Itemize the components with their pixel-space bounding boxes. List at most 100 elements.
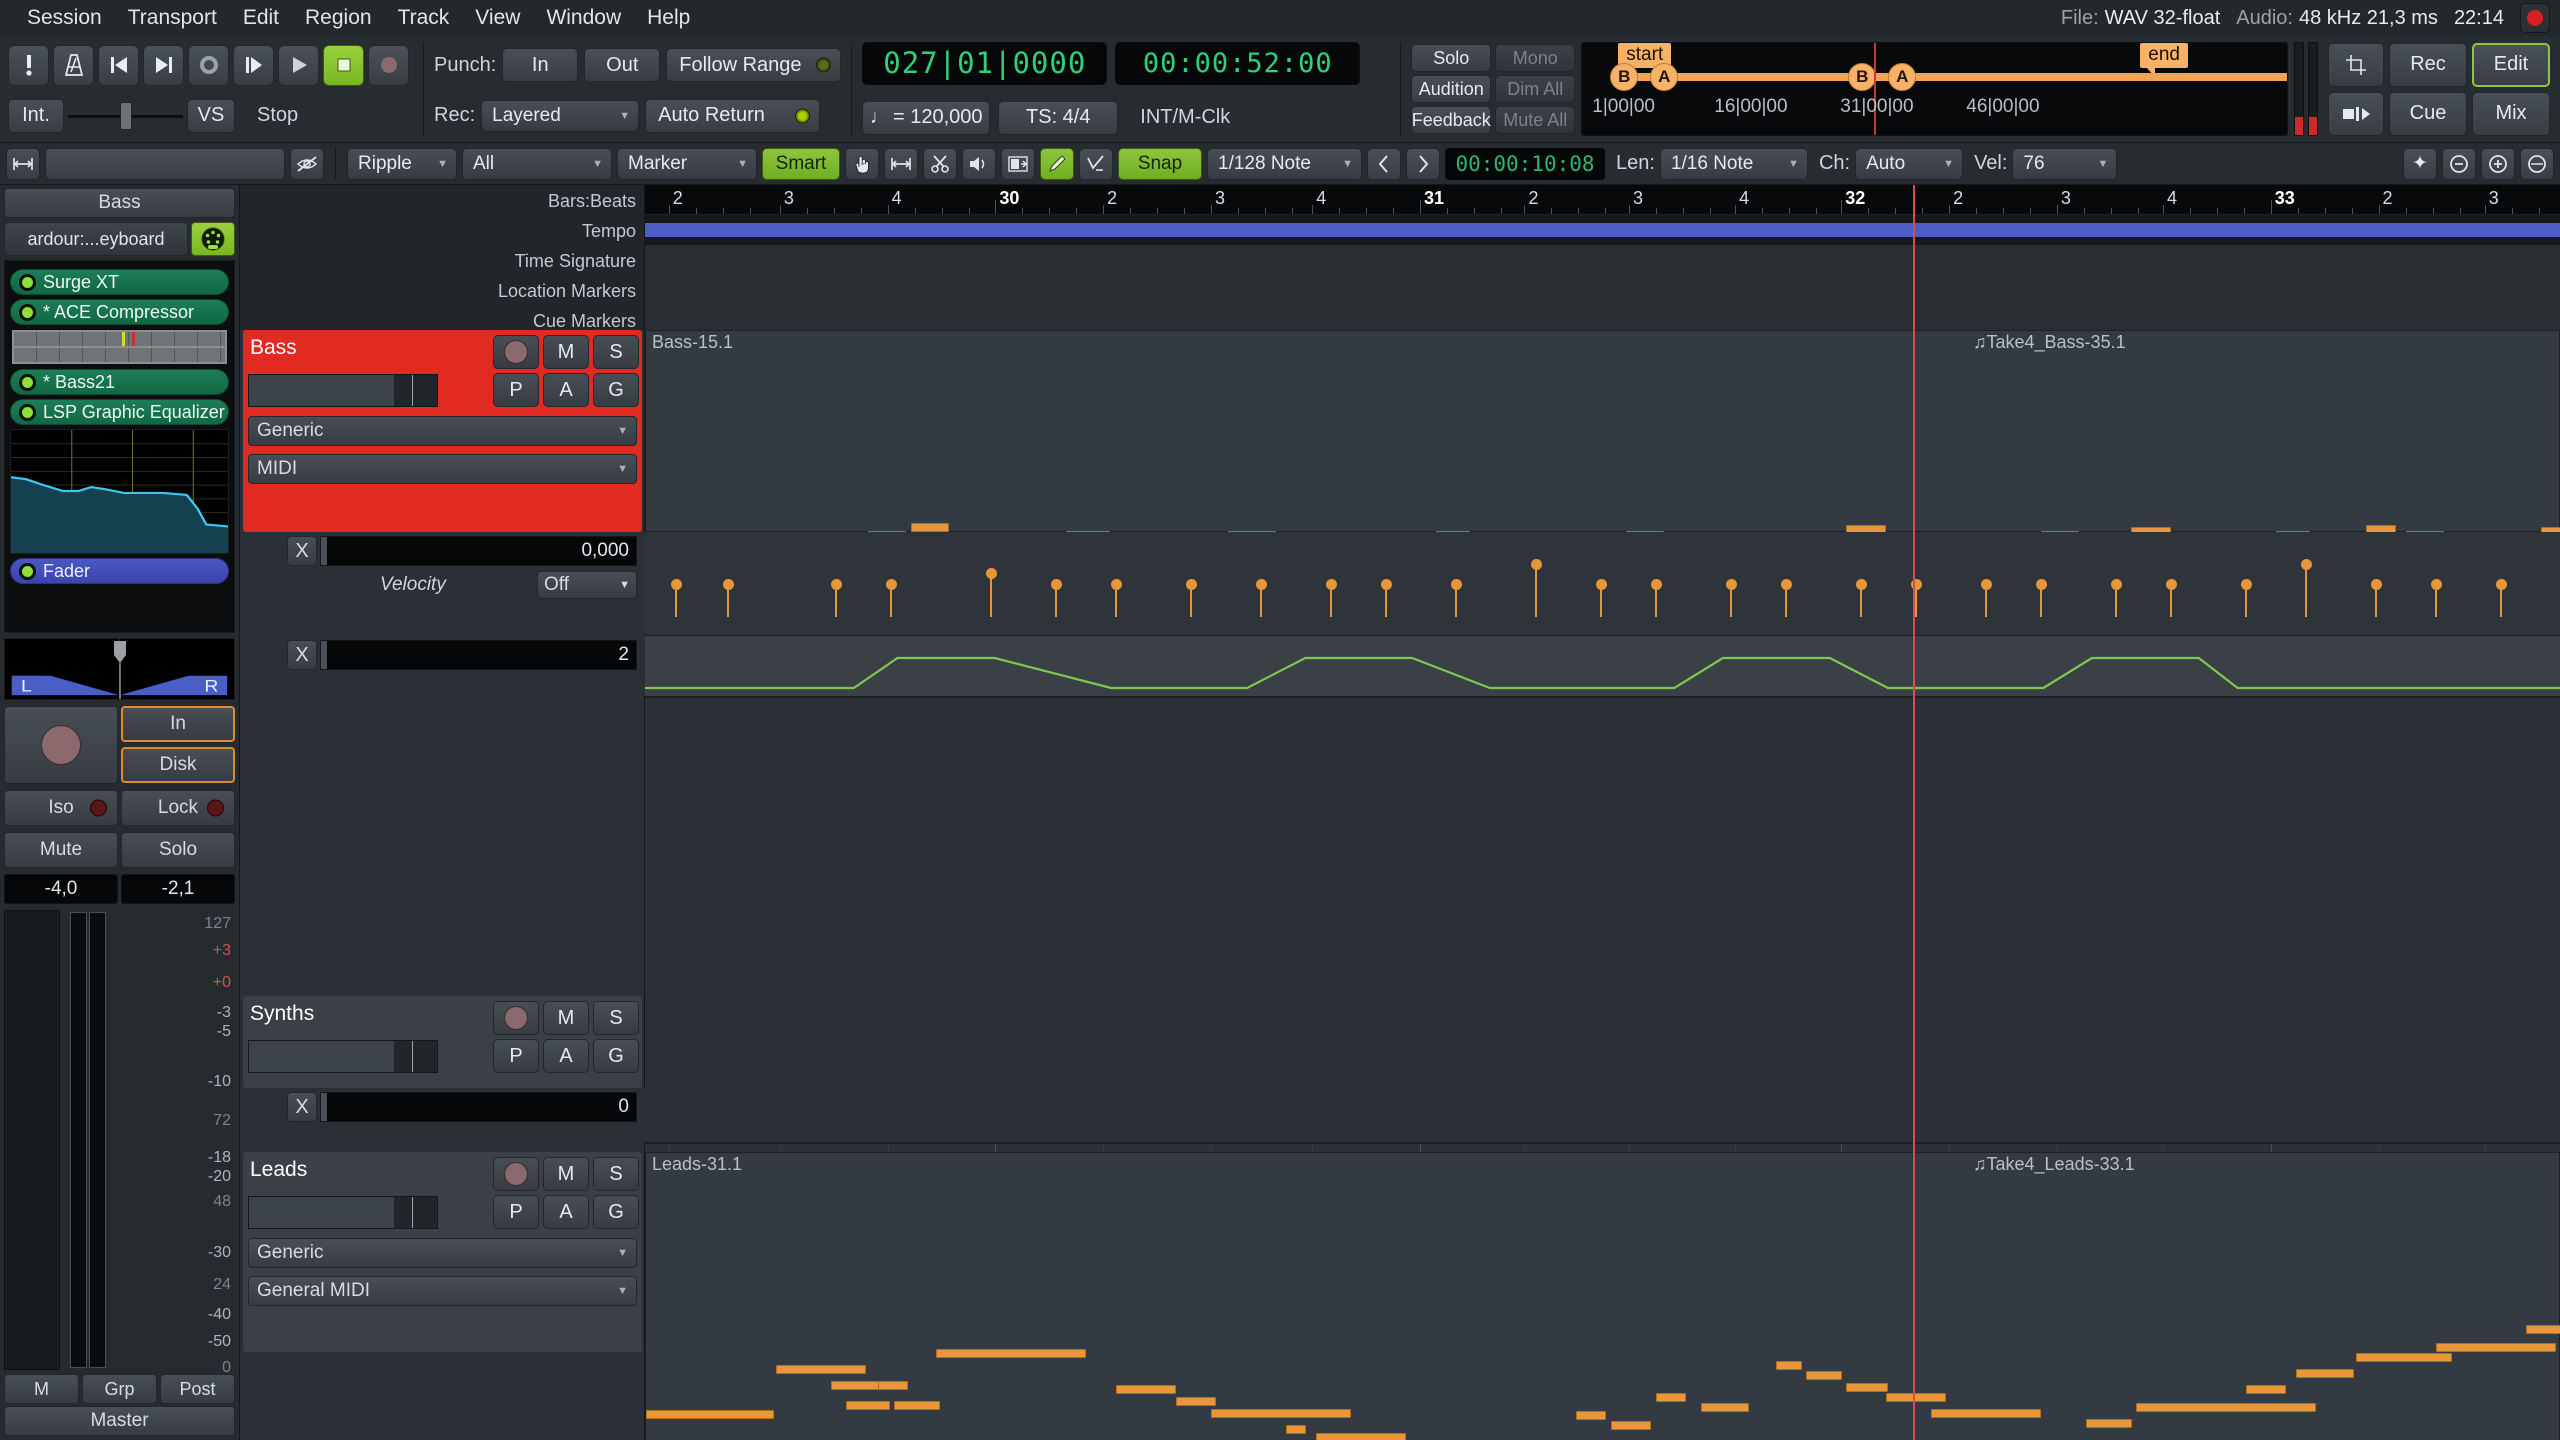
track-automation-button[interactable]: A [543, 1039, 589, 1073]
midi-note[interactable] [1576, 1411, 1606, 1420]
draw-tool-icon[interactable] [1040, 147, 1074, 180]
mini-timeline[interactable]: start end B A B A 1|00|00 16|00|00 31|00… [1581, 42, 2288, 136]
menu-item-region[interactable]: Region [292, 0, 385, 36]
peak-display[interactable]: -2,1 [121, 874, 235, 904]
velocity-handle[interactable] [1595, 579, 1607, 590]
solo-indicator-button[interactable]: Solo [1411, 44, 1492, 72]
play-icon[interactable] [278, 44, 319, 86]
velocity-handle[interactable] [1380, 579, 1392, 590]
velocity-handle[interactable] [722, 579, 734, 590]
monitor-disk-button[interactable]: Disk [121, 746, 235, 783]
track-group-button[interactable]: G [593, 1039, 639, 1073]
follow-range-button[interactable]: Follow Range [666, 48, 842, 82]
velocity-handle[interactable] [1530, 559, 1542, 570]
mono-button[interactable]: Mono [1495, 44, 1576, 72]
track-record-arm-button[interactable] [493, 335, 539, 369]
midi-note[interactable] [1806, 1371, 1842, 1380]
marker-a-2[interactable]: A [1888, 63, 1917, 91]
menu-item-track[interactable]: Track [385, 0, 463, 36]
dim-all-button[interactable]: Dim All [1495, 75, 1576, 103]
processor-enable-led[interactable] [19, 373, 36, 391]
velocity-handle[interactable] [1110, 579, 1122, 590]
track-canvas-synths-automation[interactable] [645, 996, 2560, 1142]
processor-surge-xt[interactable]: Surge XT [10, 269, 229, 295]
automation-lane-velocity[interactable]: X 0,000 Velocity Off ▼ [240, 532, 645, 636]
track-mode-dropdown-leads[interactable]: Generic ▼ [248, 1238, 637, 1268]
track-selection-dropdown[interactable]: All ▼ [462, 147, 612, 180]
track-solo-button[interactable]: S [593, 335, 639, 369]
automation-lane-modwheel[interactable]: X 2 [240, 636, 645, 696]
velocity-lane-bass[interactable] [645, 532, 2560, 636]
track-automation-button[interactable]: A [543, 373, 589, 407]
track-automation-button[interactable]: A [543, 1195, 589, 1229]
velocity-handle[interactable] [1725, 579, 1737, 590]
leads-midi-notes[interactable] [646, 1153, 2560, 1440]
monitor-section-button[interactable] [2328, 91, 2384, 136]
midi-note[interactable] [878, 1381, 908, 1390]
velocity-handle[interactable] [2165, 579, 2177, 590]
edit-point-dropdown[interactable]: Marker ▼ [617, 147, 757, 180]
time-signature-ruler-row[interactable] [645, 245, 2560, 275]
snap-toggle-button[interactable]: Snap [1118, 147, 1202, 180]
midi-note[interactable] [1211, 1409, 1351, 1418]
menu-item-view[interactable]: View [462, 0, 533, 36]
rec-mode-dropdown[interactable]: Layered ▼ [481, 99, 640, 132]
track-canvas-synths[interactable] [645, 698, 2560, 996]
location-markers-ruler-row[interactable] [645, 275, 2560, 305]
feedback-indicator-button[interactable]: Feedback [1411, 106, 1492, 134]
edit-automation-tool-icon[interactable] [1079, 147, 1113, 180]
zoom-to-session-icon[interactable] [2520, 147, 2554, 180]
velocity-handle[interactable] [1325, 579, 1337, 590]
monitor-input-button[interactable]: In [121, 706, 235, 742]
menu-item-window[interactable]: Window [533, 0, 634, 36]
automation-lane-bass-modwheel-canvas[interactable] [645, 636, 2560, 696]
velocity-handle[interactable] [1255, 579, 1267, 590]
cue-tab-button[interactable]: Cue [2389, 91, 2467, 136]
velocity-handle[interactable] [1050, 579, 1062, 590]
velocity-stick[interactable] [1535, 565, 1537, 617]
edit-tab-button[interactable]: Edit [2472, 42, 2550, 87]
gain-fader[interactable] [4, 910, 60, 1370]
zoom-out-icon[interactable] [2442, 147, 2476, 180]
track-playlist-button[interactable]: P [493, 373, 539, 407]
midi-note[interactable] [2436, 1343, 2556, 1352]
play-from-start-icon[interactable] [233, 44, 274, 86]
rec-tab-button[interactable]: Rec [2389, 42, 2467, 87]
processor-fader[interactable]: Fader [10, 558, 229, 584]
tempo-button[interactable]: ♩ = 120,000 [862, 100, 991, 135]
midi-note[interactable] [1286, 1425, 1306, 1434]
note-length-dropdown[interactable]: 1/16 Note ▼ [1659, 147, 1808, 180]
channel-dropdown[interactable]: Auto ▼ [1855, 147, 1964, 180]
gain-display[interactable]: -4,0 [4, 874, 118, 904]
grid-dropdown[interactable]: 1/128 Note ▼ [1207, 147, 1362, 180]
grab-tool-icon[interactable] [845, 147, 879, 180]
record-status-icon[interactable] [2520, 3, 2550, 33]
playhead[interactable] [1913, 185, 1915, 1440]
zoom-to-fit-icon[interactable] [6, 147, 40, 180]
track-gain-slider[interactable] [248, 1040, 438, 1073]
vs-button[interactable]: VS [187, 98, 235, 133]
panner-widget[interactable]: L R [4, 638, 235, 700]
end-marker-flag[interactable]: end [2140, 43, 2188, 77]
track-group-button[interactable]: G [593, 1195, 639, 1229]
nudge-forward-icon[interactable] [1406, 147, 1440, 180]
strip-record-button[interactable] [4, 706, 118, 784]
midi-note[interactable] [1316, 1433, 1406, 1440]
shuttle-slider[interactable] [68, 99, 183, 133]
punch-out-button[interactable]: Out [584, 48, 661, 82]
velocity-handle[interactable] [2240, 579, 2252, 590]
region-bass-15-1[interactable]: Bass-15.1 ♫Take4_Bass-35.1 [645, 330, 2560, 567]
track-header-bass[interactable]: Bass M S P A G Generic ▼ MIDI ▼ [240, 330, 645, 532]
sync-source-button[interactable]: Int. [8, 98, 64, 133]
processor-lsp-graphic-equalizer[interactable]: LSP Graphic Equalizer [10, 399, 229, 425]
velocity-handle[interactable] [2300, 559, 2312, 570]
menu-item-transport[interactable]: Transport [115, 0, 230, 36]
midi-note[interactable] [1886, 1393, 1946, 1402]
input-button[interactable]: ardour:...eyboard [4, 222, 188, 256]
midi-note[interactable] [1116, 1385, 1176, 1394]
midi-note[interactable] [2086, 1419, 2132, 1428]
velocity-handle[interactable] [1450, 579, 1462, 590]
midi-note[interactable] [1701, 1403, 1749, 1412]
processor-enable-led[interactable] [19, 273, 36, 291]
marker-b-2[interactable]: B [1848, 63, 1877, 91]
